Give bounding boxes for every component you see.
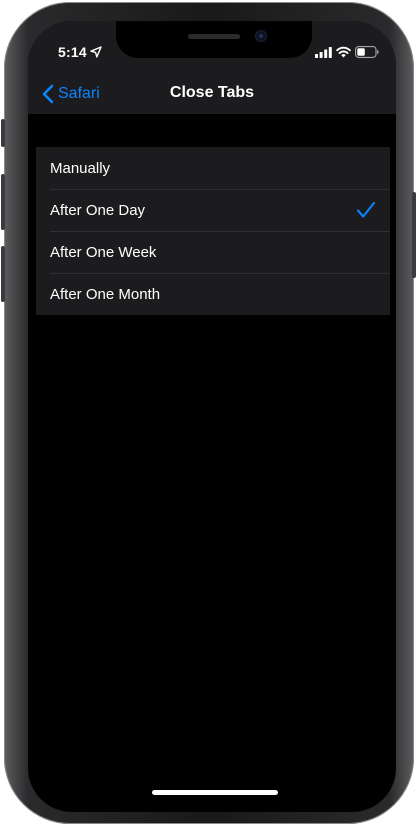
option-after-one-month[interactable]: After One Month xyxy=(36,273,390,315)
option-manually[interactable]: Manually xyxy=(36,147,390,189)
option-label: After One Week xyxy=(50,243,157,261)
wifi-icon xyxy=(336,46,351,58)
close-tabs-options-list: Manually After One Day After One Week Af… xyxy=(36,147,390,315)
cellular-signal-icon xyxy=(315,47,332,58)
option-after-one-day[interactable]: After One Day xyxy=(36,189,390,231)
checkmark-icon xyxy=(356,201,376,218)
mute-switch xyxy=(1,119,5,147)
option-after-one-week[interactable]: After One Week xyxy=(36,231,390,273)
volume-up-button xyxy=(1,174,5,230)
power-button xyxy=(412,192,416,278)
option-label: After One Day xyxy=(50,201,146,219)
page-title: Close Tabs xyxy=(169,84,255,101)
location-arrow-icon xyxy=(90,46,102,58)
earpiece-speaker xyxy=(188,34,240,39)
volume-down-button xyxy=(1,246,5,302)
option-label: After One Month xyxy=(50,285,161,303)
phone-screen: 5:14 Safari Close Tabs Manually After On… xyxy=(28,21,396,812)
notch xyxy=(116,21,312,58)
status-time: 5:14 xyxy=(58,44,87,60)
front-camera xyxy=(256,31,266,41)
phone-frame: 5:14 Safari Close Tabs Manually After On… xyxy=(1,2,416,824)
home-indicator[interactable] xyxy=(152,790,278,795)
option-label: Manually xyxy=(50,159,111,177)
battery-icon xyxy=(355,46,379,58)
